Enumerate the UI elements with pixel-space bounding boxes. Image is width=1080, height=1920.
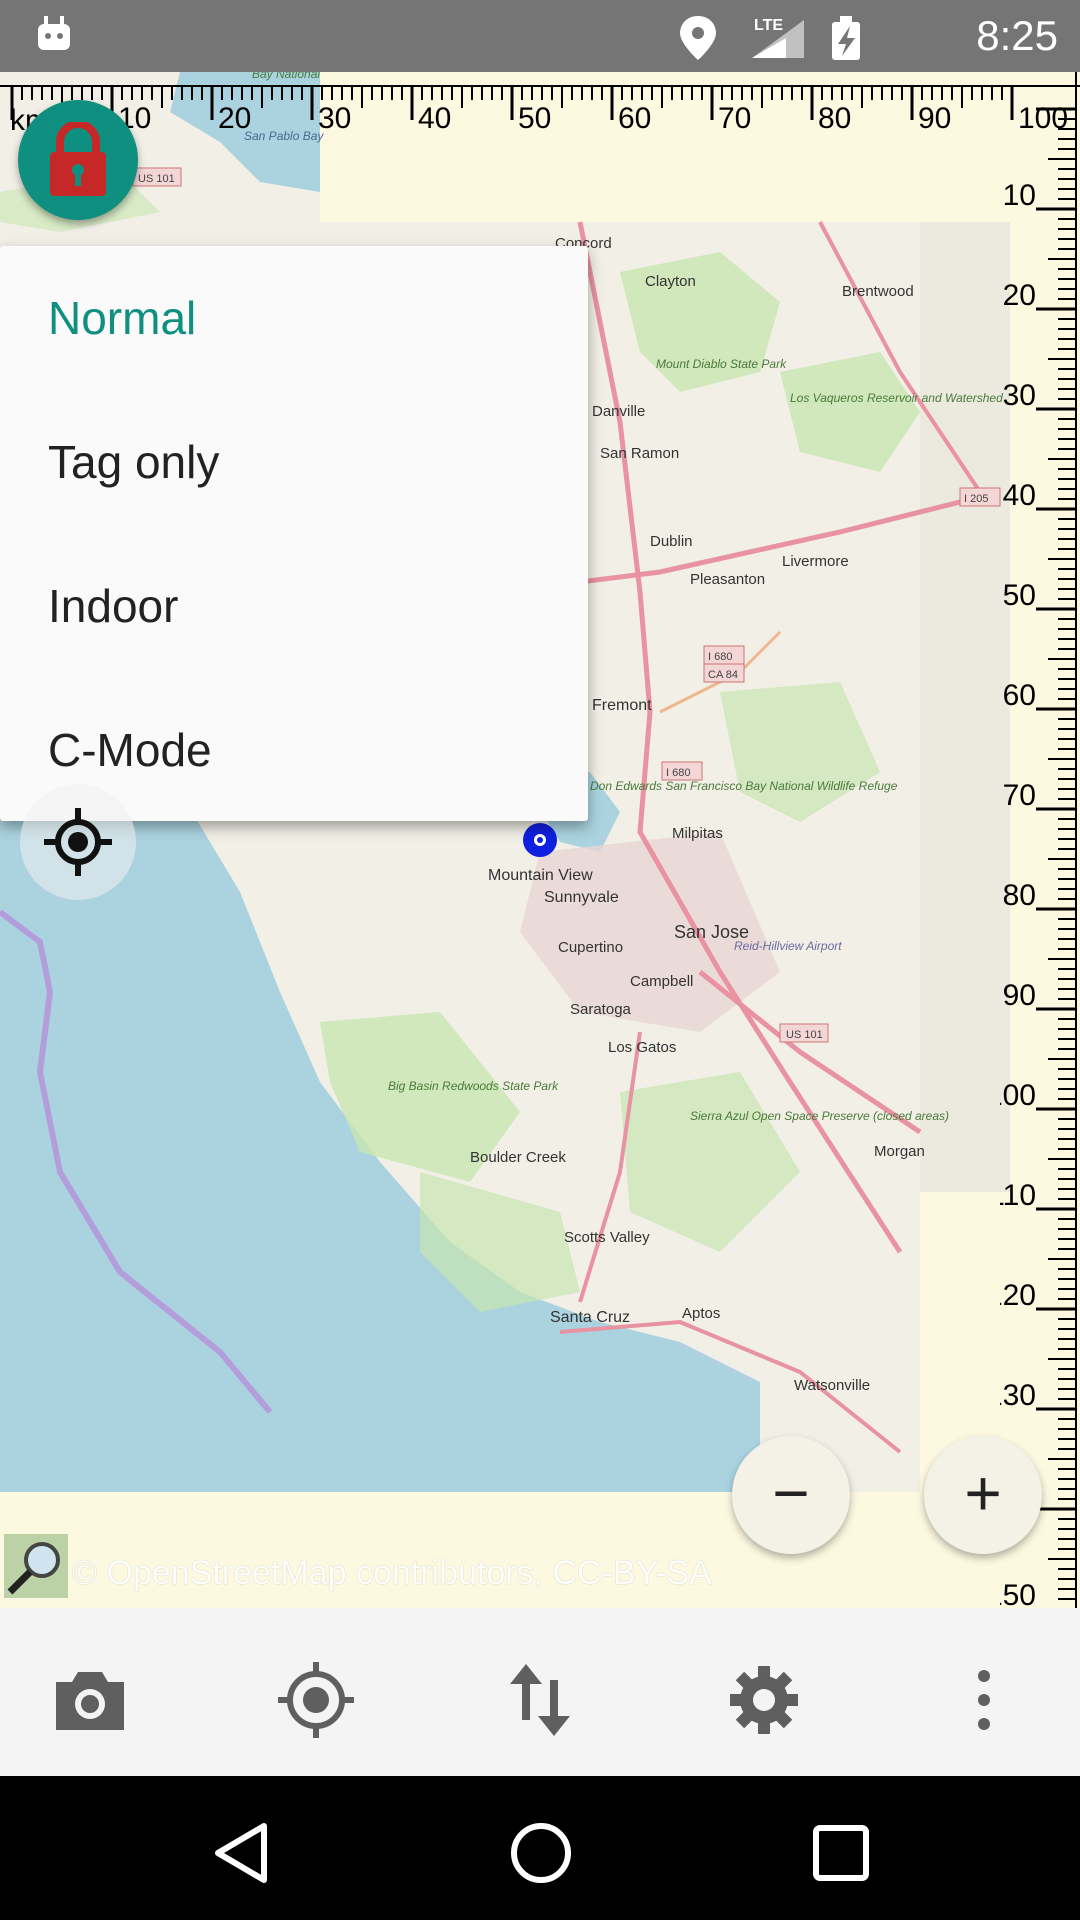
ruler-label: 40: [418, 102, 451, 135]
road-shield-label: CA 84: [708, 669, 738, 681]
bottom-toolbar: [0, 1608, 1080, 1776]
ruler-label: 20: [1003, 279, 1036, 312]
place-label: San Ramon: [600, 445, 679, 462]
place-label: Milpitas: [672, 825, 723, 842]
place-label: Pleasanton: [690, 571, 765, 588]
mode-menu: Normal Tag only Indoor C-Mode: [0, 246, 588, 821]
ruler-label: 30: [318, 102, 351, 135]
place-label: Aptos: [682, 1305, 720, 1322]
transfer-icon[interactable]: [500, 1660, 580, 1740]
place-label: Morgan: [874, 1143, 925, 1160]
menu-item-normal[interactable]: Normal: [0, 246, 588, 390]
clock: 8:25: [976, 12, 1058, 59]
place-label: Sunnyvale: [544, 889, 619, 906]
place-label: Livermore: [782, 553, 849, 570]
place-label: Campbell: [630, 973, 693, 990]
place-label: Los Gatos: [608, 1039, 676, 1056]
ruler-label: 80: [818, 102, 851, 135]
ruler-label: 10: [1003, 179, 1036, 212]
follow-location-button[interactable]: [20, 784, 136, 900]
area-label: Reid-Hillview Airport: [734, 939, 842, 953]
lock-button[interactable]: [18, 100, 138, 220]
road-shield-label: I 680: [666, 767, 690, 779]
status-icons: LTE: [680, 16, 860, 60]
gps-fixed-icon: [44, 808, 112, 876]
ruler-label: 30: [1003, 379, 1036, 412]
place-label: Mountain View: [488, 867, 593, 884]
place-label: Dublin: [650, 533, 693, 550]
place-label: Cupertino: [558, 939, 623, 956]
ruler-label: 70: [1003, 779, 1036, 812]
battery-charging-icon: [832, 16, 860, 60]
ruler-label: 20: [218, 102, 251, 135]
ruler-label: 40: [1003, 479, 1036, 512]
more-vert-icon[interactable]: [944, 1660, 1024, 1740]
zoom-out-button[interactable]: −: [732, 1436, 850, 1554]
ruler-label: 70: [718, 102, 751, 135]
gps-icon[interactable]: [276, 1660, 356, 1740]
ruler-label: 90: [1003, 979, 1036, 1012]
area-label: Los Vaqueros Reservoir and Watershed: [790, 391, 1003, 405]
current-location-marker: [523, 823, 557, 857]
menu-item-tag-only[interactable]: Tag only: [0, 390, 588, 534]
imagery-magnifier-icon[interactable]: [4, 1534, 68, 1598]
place-label: Clayton: [645, 273, 696, 290]
place-label: Fremont: [592, 697, 652, 714]
camera-icon[interactable]: [50, 1660, 130, 1740]
place-label: Santa Cruz: [550, 1309, 630, 1326]
ruler-label: 50: [518, 102, 551, 135]
ruler-label: 60: [618, 102, 651, 135]
place-label: Scotts Valley: [564, 1229, 650, 1246]
road-shield-label: US 101: [786, 1029, 823, 1041]
android-icon: [38, 16, 70, 50]
ruler-label: 150: [1000, 1579, 1036, 1608]
road-shield-label: US 101: [138, 173, 175, 185]
recents-icon[interactable]: [806, 1818, 876, 1888]
menu-item-indoor[interactable]: Indoor: [0, 534, 588, 678]
road-shield-label: I 680: [708, 651, 732, 663]
scale-ruler-right: 102030405060708090100110120130140150: [1000, 72, 1077, 1608]
map-attribution: © OpenStreetMap contributors, CC-BY-SA: [72, 1554, 712, 1592]
ruler-label: 100: [1000, 1079, 1036, 1112]
system-nav-bar: [0, 1776, 1080, 1920]
network-label: LTE: [754, 17, 783, 34]
home-icon[interactable]: [506, 1818, 576, 1888]
ruler-label: 90: [918, 102, 951, 135]
area-label: Mount Diablo State Park: [656, 357, 787, 371]
status-bar: LTE 8:25: [0, 0, 1080, 72]
location-pin-icon: [680, 16, 716, 60]
back-icon[interactable]: [206, 1818, 276, 1888]
zoom-in-button[interactable]: +: [924, 1436, 1042, 1554]
ruler-label: 80: [1003, 879, 1036, 912]
scale-ruler-top: km 10 20 30 40 50 60 70 80 90 100: [0, 85, 1080, 137]
place-label: Watsonville: [794, 1377, 870, 1394]
road-shield-label: I 205: [964, 493, 988, 505]
ruler-label: 130: [1000, 1379, 1036, 1412]
ruler-label: 120: [1000, 1279, 1036, 1312]
area-label: Big Basin Redwoods State Park: [388, 1079, 559, 1093]
ruler-label: 110: [1000, 1179, 1036, 1212]
lock-icon: [50, 122, 106, 196]
place-label: Boulder Creek: [470, 1149, 566, 1166]
place-label: Brentwood: [842, 283, 914, 300]
place-label: Danville: [592, 403, 645, 420]
ruler-label: 50: [1003, 579, 1036, 612]
place-label: Saratoga: [570, 1001, 632, 1018]
area-label: Don Edwards San Francisco Bay National W…: [590, 779, 898, 793]
ruler-label: 60: [1003, 679, 1036, 712]
settings-icon[interactable]: [724, 1660, 804, 1740]
area-label: Sierra Azul Open Space Preserve (closed …: [690, 1109, 949, 1123]
